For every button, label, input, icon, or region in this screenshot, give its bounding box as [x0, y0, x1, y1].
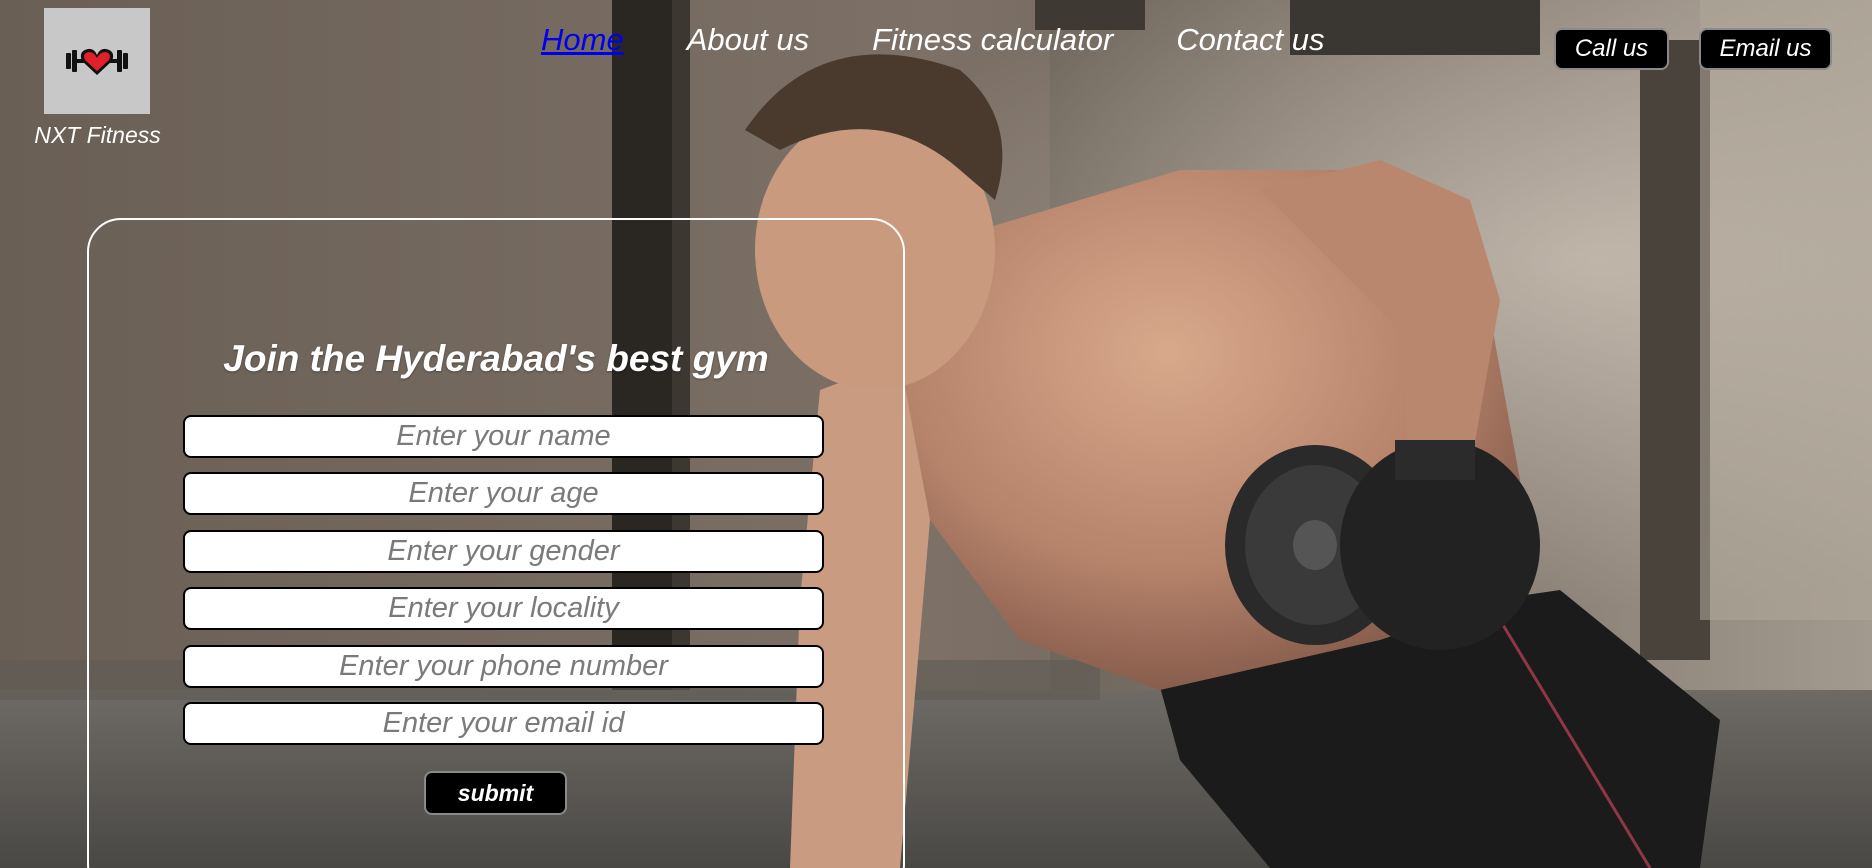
nav-link-about[interactable]: About us: [687, 22, 809, 58]
form-title: Join the Hyderabad's best gym: [223, 338, 769, 379]
call-us-button[interactable]: Call us: [1554, 28, 1669, 70]
dumbbell-heart-icon: [66, 48, 128, 75]
gender-field[interactable]: [183, 530, 824, 573]
page: NXT Fitness Home About us Fitness calcul…: [0, 0, 1872, 868]
age-field[interactable]: [183, 472, 824, 515]
email-us-button[interactable]: Email us: [1699, 28, 1832, 70]
phone-field[interactable]: [183, 645, 824, 688]
nav-link-contact[interactable]: Contact us: [1176, 22, 1324, 58]
email-field[interactable]: [183, 702, 824, 745]
nav-link-fitness-calculator[interactable]: Fitness calculator: [872, 22, 1113, 58]
main-nav: Home About us Fitness calculator Contact…: [541, 22, 1388, 58]
logo: [44, 8, 150, 114]
brand-name: NXT Fitness: [34, 122, 161, 148]
name-field[interactable]: [183, 415, 824, 458]
submit-button[interactable]: submit: [424, 771, 567, 815]
locality-field[interactable]: [183, 587, 824, 630]
nav-link-home[interactable]: Home: [541, 22, 624, 58]
